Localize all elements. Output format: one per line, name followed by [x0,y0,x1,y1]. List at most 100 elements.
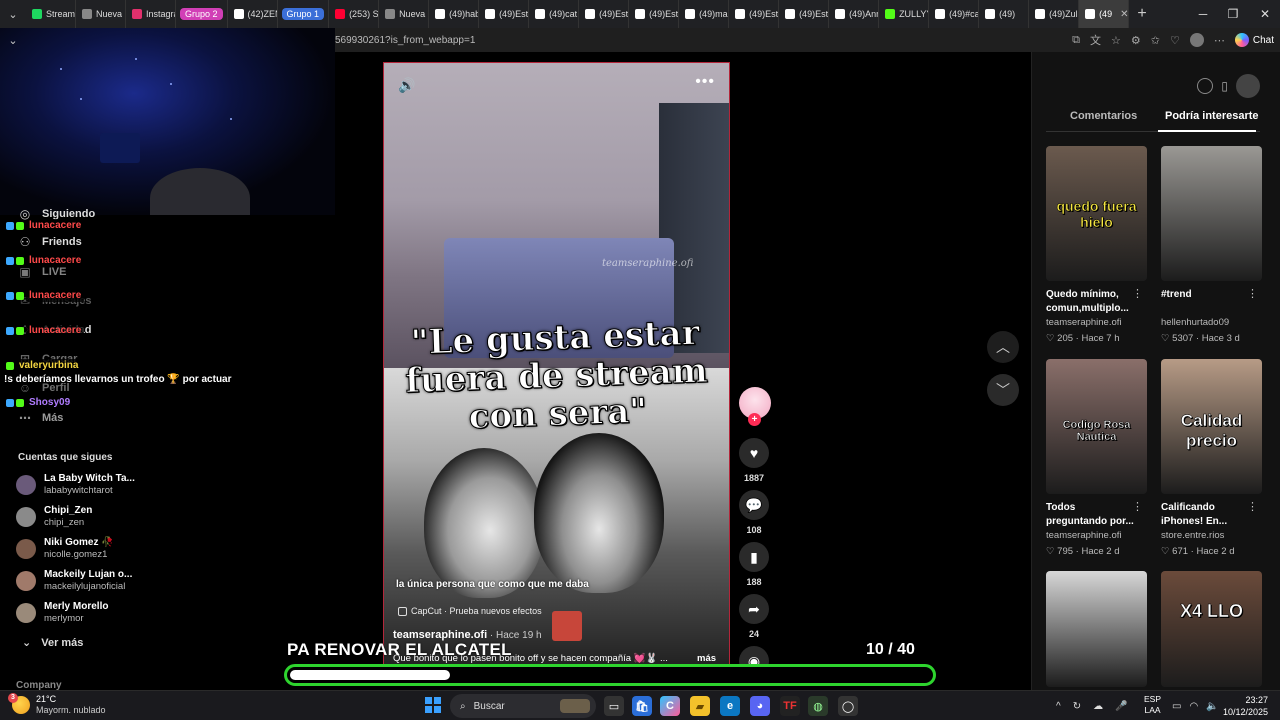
card-more-icon[interactable]: ⋮ [1247,500,1258,513]
follow-plus-icon[interactable]: + [748,413,761,426]
like-button[interactable]: ♥ 1887 [738,438,770,483]
edge-browser-icon[interactable]: e [720,696,740,716]
followed-account[interactable]: Mackeily Lujan o... mackeilylujanoficial [16,569,132,593]
tab-strip: Stream Nueva p Instagra Grupo 2 (42)ZEN Grupo… [26,0,1130,28]
tab-list-menu-button[interactable]: ⌄ [0,0,26,28]
recommended-video-card[interactable]: Calidad precio Calificando iPhones! En...… [1161,359,1262,558]
card-more-icon[interactable]: ⋮ [1247,287,1258,300]
sub-badge-icon [6,221,14,230]
browser-tab[interactable]: (253) St [329,0,380,28]
browser-tab[interactable]: (49)mar [679,0,730,28]
followed-account[interactable]: Merly Morello merlymor [16,601,108,625]
recommended-video-card[interactable]: X4 LLO [1161,571,1262,687]
see-more-link[interactable]: ⌄ Ver más [22,636,83,650]
copilot-chat-button[interactable]: Chat [1234,33,1274,47]
chrome-like-icon[interactable]: ◍ [808,696,828,716]
weather-widget[interactable]: 3 21°C Mayorm. nublado [8,693,106,716]
sync-icon[interactable]: ↻ [1073,701,1081,712]
video-more-options-icon[interactable]: ••• [695,73,715,91]
active-tab-indicator [1158,130,1256,132]
new-tab-button[interactable]: + [1129,5,1155,23]
settings-more-icon[interactable]: ⋯ [1214,34,1225,47]
translate-icon[interactable]: 文 [1090,32,1101,48]
user-avatar[interactable] [1236,74,1260,98]
browser-tab[interactable]: (49)Zul [1029,0,1080,28]
share-button[interactable]: ➦ 24 [738,594,770,639]
card-more-icon[interactable]: ⋮ [1132,500,1143,513]
browser-tab[interactable]: Nueva p [76,0,126,28]
system-clock[interactable]: 23:27 10/12/2025 [1223,694,1268,718]
start-button[interactable] [425,697,441,713]
browser-tab[interactable]: (49)Esta [579,0,630,28]
file-explorer-icon[interactable]: ▰ [690,696,710,716]
browser-tab[interactable]: (49 ✕ [1079,0,1130,28]
browser-tab[interactable]: (49)Esta [729,0,780,28]
live-icon: ▣ [19,265,31,279]
browser-essentials-icon[interactable]: ♡ [1170,34,1180,47]
followed-account[interactable]: Chipi_Zen chipi_zen [16,505,92,529]
card-more-icon[interactable]: ⋮ [1132,287,1143,300]
favorite-star-icon[interactable]: ☆ [1111,34,1121,47]
browser-tab[interactable]: ZULLYY [879,0,930,28]
browser-tab[interactable]: (49) [979,0,1030,28]
language-indicator[interactable]: ESP LAA [1144,694,1161,716]
capcut-effect-link[interactable]: CapCut · Prueba nuevos efectos [398,606,542,616]
previous-video-button[interactable]: ︿ [987,331,1019,363]
comment-button[interactable]: 💬 108 [738,490,770,535]
phone-icon[interactable]: ▯ [1221,79,1228,93]
discord-icon[interactable]: ◕ [750,696,770,716]
recommended-video-card[interactable]: quedo fuera hielo Quedo mínimo, comun,mul… [1046,146,1147,345]
open-app-icon[interactable]: ⧉ [1072,34,1080,47]
store-icon[interactable]: 🛍 [632,696,652,716]
recommended-video-card[interactable]: #trend ⋮ hellenhurtado09 ♡ 5307 · Hace 3 d [1161,146,1262,345]
tab-group-chip[interactable]: Grupo 1 [278,0,330,28]
favorites-icon[interactable]: ✩ [1151,34,1160,47]
browser-tab[interactable]: Stream [26,0,76,28]
save-button[interactable]: ▮ 188 [738,542,770,587]
close-tab-icon[interactable]: ✕ [1120,9,1128,20]
extensions-icon[interactable]: ⚙ [1131,34,1141,47]
copilot-app-icon[interactable]: C [660,696,680,716]
followed-account[interactable]: La Baby Witch Ta... lababywitchtarot [16,473,135,497]
recommended-video-card[interactable]: Codigo Rosa Nautica Todos preguntando por… [1046,359,1147,558]
browser-tab[interactable]: (49)Esta [629,0,680,28]
music-thumbnail[interactable] [552,611,582,641]
browser-tab[interactable]: (49)cat [529,0,580,28]
nav-friends[interactable]: ⚇ Friends [18,235,82,249]
tab-recommended[interactable]: Podría interesarte [1165,110,1259,122]
profile-icon[interactable] [1189,33,1204,47]
browser-tab[interactable]: (49)Ann [829,0,880,28]
volume-icon[interactable]: 🔊 [398,77,415,94]
taskbar-search[interactable]: ⌕ Buscar [450,694,596,718]
browser-tab[interactable]: Instagra [126,0,176,28]
sidebar-toggle-icon[interactable]: ⌄ [0,28,26,52]
compass-icon[interactable] [1197,78,1214,94]
tab-favicon-icon [885,9,896,19]
tab-group-chip[interactable]: Grupo 2 [176,0,228,28]
browser-tab[interactable]: (49)Esta [479,0,530,28]
nav-more[interactable]: ⋯ Más [18,411,63,425]
browser-tab[interactable]: Nueva [379,0,430,28]
url-field[interactable]: 569930261?is_from_webapp=1 [335,35,475,46]
maximize-button[interactable]: ❐ [1218,0,1248,28]
tab-comments[interactable]: Comentarios [1070,110,1137,122]
chevron-up-icon[interactable]: ^ [1056,701,1061,712]
tiktok-studio-icon[interactable]: TF [780,696,800,716]
task-view-icon[interactable]: ▭ [604,696,624,716]
browser-tab[interactable]: (49)Esta [779,0,830,28]
close-window-button[interactable]: ✕ [1250,0,1280,28]
minimize-button[interactable]: ─ [1188,0,1218,28]
video-player[interactable]: teamseraphine.ofi "Le gusta estar fuera … [383,62,730,676]
more-description-button[interactable]: más [697,653,716,664]
browser-tab[interactable]: (42)ZEN [228,0,278,28]
obs-icon[interactable]: ◯ [838,696,858,716]
browser-tab[interactable]: (49)#ca [929,0,980,28]
microphone-icon[interactable]: 🎤 [1115,701,1127,712]
nav-live[interactable]: ▣ LIVE [18,265,66,279]
onedrive-icon[interactable]: ☁ [1093,701,1103,712]
recommended-video-card[interactable] [1046,571,1147,687]
browser-tab[interactable]: (49)hab [429,0,480,28]
followed-account[interactable]: Niki Gomez 🥀 nicolle.gomez1 [16,537,114,561]
quick-settings[interactable]: ▭ ◠ 🔈 [1172,691,1219,720]
next-video-button[interactable]: ﹀ [987,374,1019,406]
